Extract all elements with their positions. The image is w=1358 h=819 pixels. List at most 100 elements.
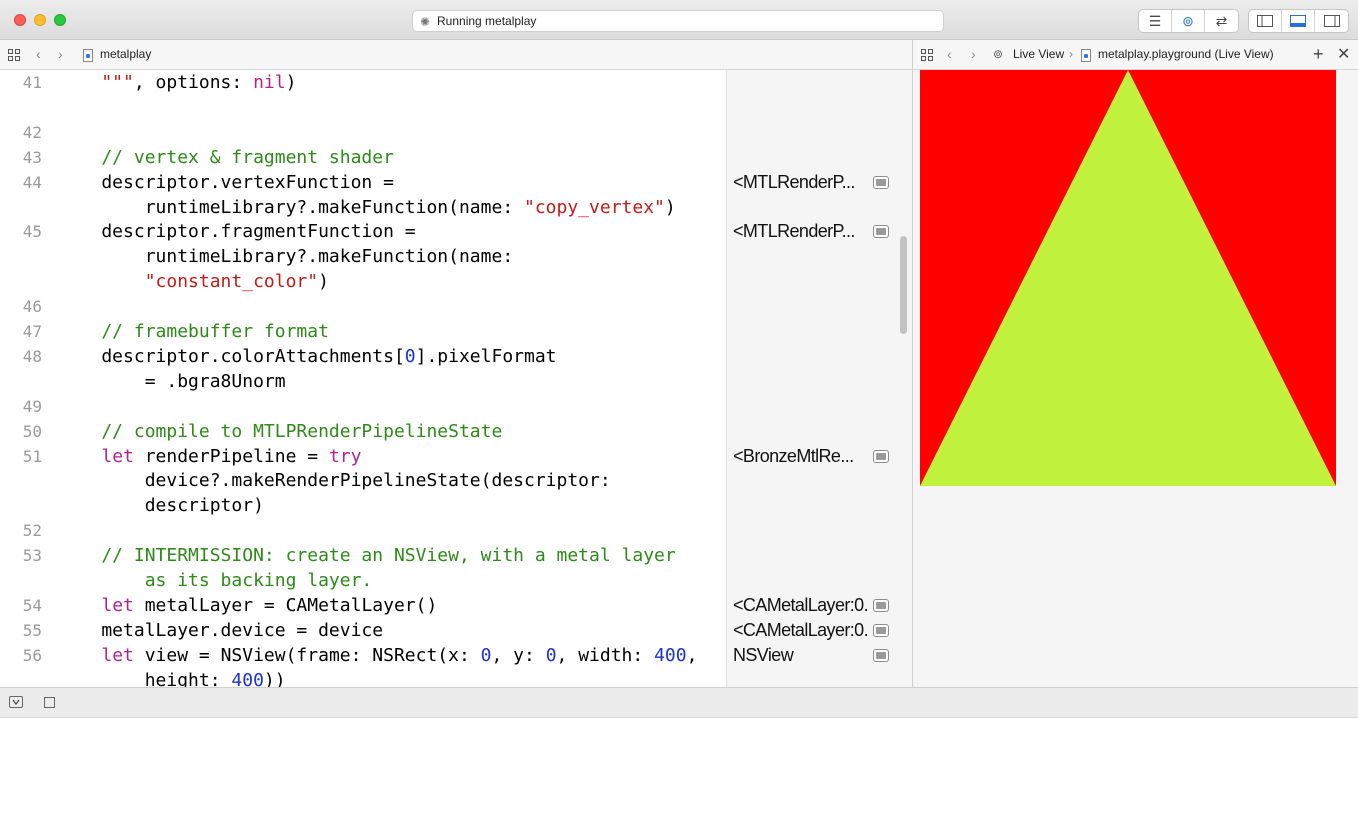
quick-look-icon[interactable] — [873, 623, 889, 637]
add-editor-icon[interactable]: + — [1313, 44, 1324, 65]
code-token: 0 — [480, 644, 492, 666]
hide-debug-area-icon[interactable] — [9, 696, 23, 708]
line-number: 48 — [22, 346, 42, 366]
code-line[interactable]: let metalLayer = CAMetalLayer() — [58, 593, 437, 618]
quick-look-icon[interactable] — [873, 598, 889, 612]
lines-icon[interactable]: ☰ — [1139, 10, 1172, 32]
editor-scrollbar[interactable] — [896, 70, 912, 687]
line-number: 55 — [22, 620, 42, 640]
related-items-icon[interactable] — [921, 49, 933, 61]
code-token: // vertex & fragment shader — [58, 146, 394, 168]
code-token: runtimeLibrary?.makeFunction(name: — [58, 196, 524, 218]
code-line[interactable]: runtimeLibrary?.makeFunction(name: "copy… — [58, 195, 676, 220]
code-token: renderPipeline = — [133, 445, 329, 467]
code-line[interactable]: // vertex & fragment shader — [58, 145, 394, 170]
venn-icon[interactable]: ⊚ — [1172, 10, 1205, 32]
spinner-icon: ✺ — [420, 15, 431, 29]
result-value[interactable]: <MTLRenderP... — [733, 170, 869, 195]
quick-look-icon[interactable] — [873, 175, 889, 189]
code-line[interactable]: """, options: nil) — [58, 70, 296, 95]
code-line[interactable]: descriptor.fragmentFunction = — [58, 219, 415, 244]
title-bar: ✺ Running metalplay ☰ ⊚ ⇄ — [0, 0, 1358, 40]
quick-look-icon[interactable] — [873, 225, 889, 239]
code-line[interactable]: height: 400)) — [58, 668, 286, 687]
result-value[interactable]: <MTLRenderP... — [733, 219, 869, 244]
result-value[interactable]: <CAMetalLayer:0... — [733, 618, 869, 643]
code-token: ) — [318, 271, 329, 293]
result-value[interactable]: NSView — [733, 643, 869, 668]
breadcrumb-live-view[interactable]: Live View — [1013, 47, 1064, 61]
code-line[interactable]: // INTERMISSION: create an NSView, with … — [58, 543, 675, 568]
close-editor-icon[interactable]: ✕ — [1337, 44, 1350, 64]
code-line[interactable]: as its backing layer. — [58, 568, 373, 593]
back-chevron-icon[interactable]: ‹ — [947, 47, 952, 61]
bottom-panel-icon[interactable] — [1282, 10, 1315, 32]
code-line[interactable]: "constant_color") — [58, 269, 329, 294]
code-line[interactable]: let view = NSView(frame: NSRect(x: 0, y:… — [58, 643, 697, 668]
code-token: 0 — [404, 345, 416, 367]
minimize-window-button[interactable] — [34, 14, 46, 26]
stop-button-icon[interactable] — [44, 697, 55, 708]
back-chevron-icon[interactable]: ‹ — [36, 47, 41, 61]
code-token: descriptor.colorAttachments[ — [58, 345, 405, 367]
line-number: 41 — [22, 73, 42, 92]
code-token: = .bgra8Unorm — [58, 370, 286, 392]
editor-jump-bar: ‹ › metalplay — [0, 40, 912, 70]
code-line[interactable]: // compile to MTLPRenderPipelineState — [58, 419, 502, 444]
scrollbar-thumb[interactable] — [900, 236, 907, 334]
code-token: , options: — [133, 72, 254, 93]
code-token: """ — [58, 72, 134, 93]
code-line[interactable]: descriptor) — [58, 493, 264, 518]
code-token: 400 — [654, 644, 687, 666]
swap-icon[interactable]: ⇄ — [1205, 10, 1238, 32]
line-number: 54 — [22, 595, 42, 615]
playground-file-icon — [1081, 49, 1091, 62]
close-window-button[interactable] — [14, 14, 26, 26]
breadcrumb-playground[interactable]: metalplay.playground (Live View) — [1098, 47, 1274, 61]
code-token: 400 — [231, 669, 264, 687]
code-token: as its backing layer. — [58, 570, 373, 591]
line-number: 52 — [22, 521, 42, 541]
code-token: metalLayer = CAMetalLayer() — [133, 594, 438, 616]
code-line[interactable]: descriptor.vertexFunction = — [58, 170, 394, 195]
code-token: try — [328, 445, 362, 467]
code-editor[interactable]: 4142434445464748495051525354555657 """, … — [0, 70, 726, 687]
panel-layout-control — [1248, 9, 1349, 33]
line-number: 42 — [22, 122, 42, 142]
quick-look-icon[interactable] — [873, 449, 889, 463]
code-line[interactable]: let renderPipeline = try — [58, 444, 361, 469]
code-token: let — [101, 644, 134, 666]
code-token: device?.makeRenderPipelineState(descript… — [58, 470, 611, 492]
code-token: height: — [58, 669, 232, 687]
related-items-icon[interactable] — [8, 49, 20, 61]
code-token: nil — [253, 72, 286, 93]
result-value[interactable]: <BronzeMtlRe... — [733, 444, 869, 469]
code-line[interactable]: // framebuffer format — [58, 319, 329, 344]
console-output[interactable] — [0, 718, 1358, 819]
code-token: let — [101, 445, 134, 467]
forward-chevron-icon[interactable]: › — [58, 47, 63, 61]
quick-look-icon[interactable] — [873, 648, 889, 662]
code-token: 0 — [545, 644, 557, 666]
code-line[interactable]: metalLayer.device = device — [58, 618, 383, 643]
code-token: metalLayer.device = device — [58, 619, 384, 641]
result-value[interactable]: <CAMetalLayer:0... — [733, 593, 869, 618]
line-number: 43 — [22, 147, 42, 167]
code-token: "copy_vertex" — [524, 196, 665, 218]
code-line[interactable]: descriptor.colorAttachments[0].pixelForm… — [58, 344, 556, 369]
forward-chevron-icon[interactable]: › — [971, 47, 976, 61]
zoom-window-button[interactable] — [54, 14, 66, 26]
code-line[interactable]: device?.makeRenderPipelineState(descript… — [58, 468, 611, 493]
left-panel-icon[interactable] — [1249, 10, 1282, 32]
breadcrumb-file[interactable]: metalplay — [100, 47, 151, 61]
code-token: runtimeLibrary?.makeFunction(name: — [58, 246, 514, 268]
editor-mode-control: ☰ ⊚ ⇄ — [1138, 9, 1239, 33]
activity-status-text: Running metalplay — [437, 14, 537, 28]
code-line[interactable]: = .bgra8Unorm — [58, 369, 286, 394]
right-panel-icon[interactable] — [1315, 10, 1348, 32]
code-line[interactable]: runtimeLibrary?.makeFunction(name: — [58, 244, 513, 269]
line-number: 44 — [22, 172, 42, 192]
